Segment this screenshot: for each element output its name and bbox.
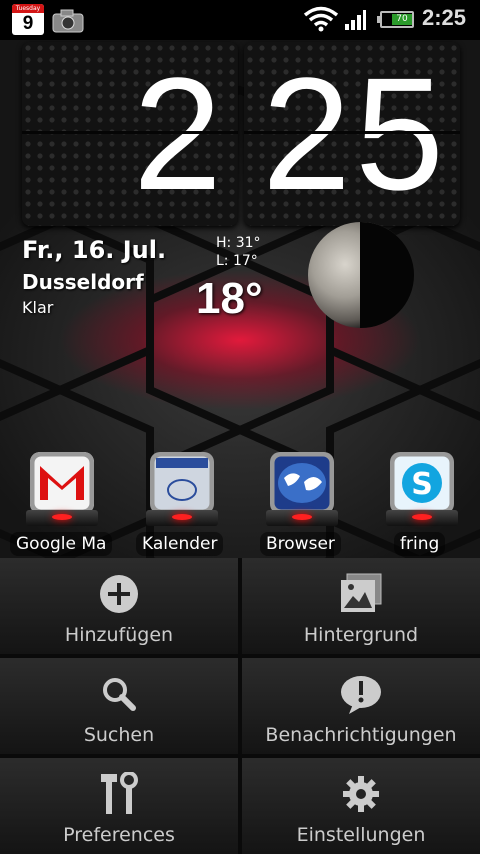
calendar-app-icon: [151, 453, 213, 513]
weather-condition: Klar: [22, 298, 54, 317]
menu-item-label: Hinzufügen: [64, 624, 174, 646]
flip-divider: [244, 131, 460, 134]
menu-item-add[interactable]: Hinzufügen: [0, 558, 238, 654]
flip-clock-hour[interactable]: 2: [22, 42, 238, 226]
clock-hour: 2: [133, 44, 226, 223]
battery-icon: 70: [377, 11, 414, 28]
flip-divider: [22, 131, 238, 134]
app-label: fring: [394, 532, 446, 556]
menu-item-label: Hintergrund: [303, 624, 419, 646]
weather-high: H: 31°: [216, 235, 261, 251]
app-kalender[interactable]: Kalender: [124, 452, 224, 556]
camera-icon[interactable]: [52, 9, 84, 33]
wifi-icon: [303, 6, 339, 32]
app-tray: [386, 510, 458, 526]
menu-item-label: Suchen: [83, 724, 155, 746]
app-tray: [146, 510, 218, 526]
weather-high-low: H: 31° L: 17°: [216, 234, 261, 270]
flip-clock-minutes[interactable]: 25: [244, 42, 460, 226]
menu-item-label: Einstellungen: [296, 824, 426, 846]
gmail-icon: [30, 452, 94, 514]
weather-temperature: 18°: [196, 274, 263, 323]
gear-icon: [343, 776, 379, 812]
tools-icon: [101, 772, 138, 814]
menu-item-notifications[interactable]: Benachrichtigungen: [242, 658, 480, 754]
signal-icon: [345, 10, 366, 30]
menu-item-label: Benachrichtigungen: [265, 724, 457, 746]
calendar-day-label: Tuesday: [12, 4, 44, 13]
weather-date: Fr., 16. Jul.: [22, 236, 167, 264]
menu-item-preferences[interactable]: Preferences: [0, 758, 238, 854]
menu-item-search[interactable]: Suchen: [0, 658, 238, 754]
status-bar: Tuesday 9 70 2:25: [0, 0, 480, 40]
calendar-day-number: 9: [22, 13, 34, 34]
app-tray: [266, 510, 338, 526]
picture-icon: [341, 573, 382, 612]
app-google-maps[interactable]: Google Ma: [4, 452, 113, 556]
app-label: Kalender: [136, 532, 224, 556]
clock-minutes: 25: [262, 44, 448, 223]
status-time: 2:25: [422, 5, 467, 30]
weather-city: Dusseldorf: [22, 270, 144, 294]
menu-item-label: Preferences: [63, 824, 175, 846]
options-menu: Hinzufügen Hintergrund Suchen Benachrich…: [0, 558, 480, 854]
calendar-icon[interactable]: Tuesday 9: [12, 4, 44, 35]
menu-item-wallpaper[interactable]: Hintergrund: [242, 558, 480, 654]
notification-icon: [341, 676, 381, 714]
app-browser[interactable]: Browser: [244, 452, 344, 556]
svg-text:S: S: [411, 467, 433, 502]
app-label: Google Ma: [10, 532, 113, 556]
battery-level: 70: [392, 14, 412, 25]
app-label: Browser: [260, 532, 341, 556]
skype-icon: S: [391, 453, 453, 513]
globe-icon: [271, 453, 333, 513]
menu-item-settings[interactable]: Einstellungen: [242, 758, 480, 854]
plus-icon: [100, 575, 138, 613]
moon-phase-icon[interactable]: [308, 222, 414, 328]
app-tray: [26, 510, 98, 526]
search-icon: [103, 678, 136, 711]
weather-low: L: 17°: [216, 253, 258, 269]
app-fring[interactable]: S fring: [364, 452, 464, 556]
